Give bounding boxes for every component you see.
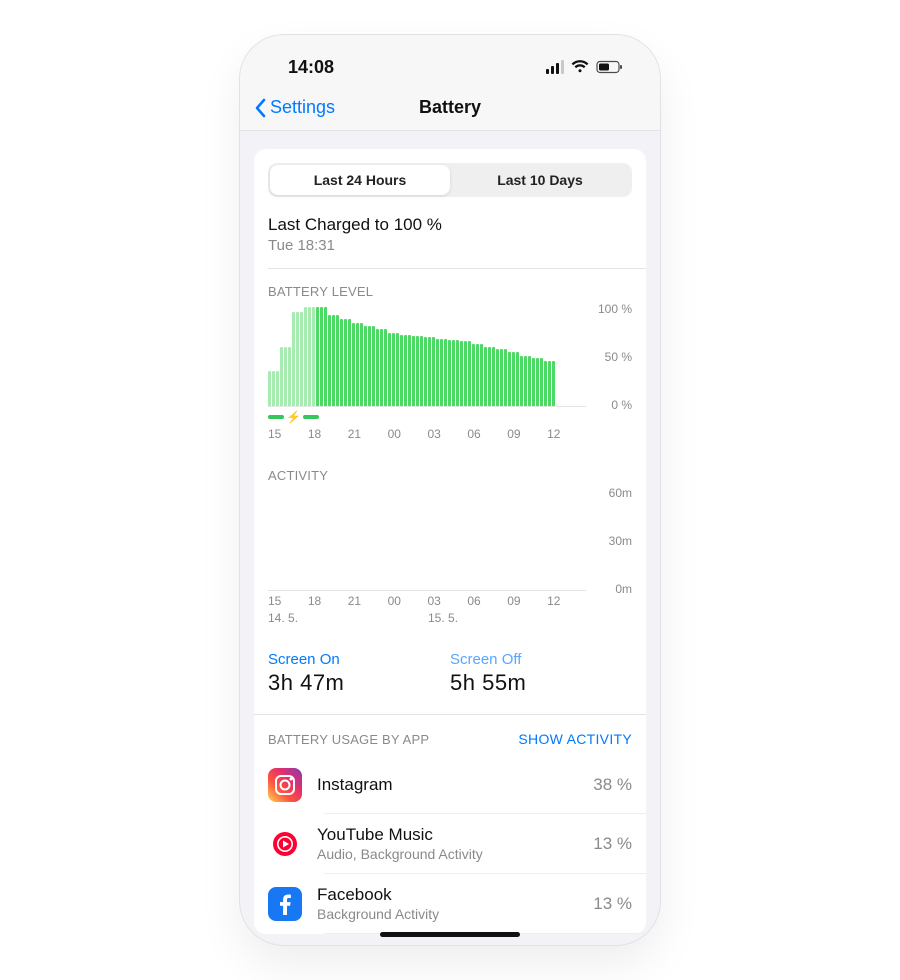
app-name: Facebook xyxy=(317,885,593,905)
bolt-icon: ⚡ xyxy=(286,410,301,424)
usage-header: BATTERY USAGE BY APP SHOW ACTIVITY xyxy=(254,715,646,757)
app-name: YouTube Music xyxy=(317,825,593,845)
back-button[interactable]: Settings xyxy=(254,97,335,118)
screen-off-value: 5h 55m xyxy=(450,670,632,696)
screen-on-label: Screen On xyxy=(268,651,450,668)
last-charged-time: Tue 18:31 xyxy=(268,237,632,254)
activity-section: ACTIVITY 1518210003060912 14. 5. 15. 5. … xyxy=(254,453,646,637)
screen-on-value: 3h 47m xyxy=(268,670,450,696)
content[interactable]: Last 24 Hours Last 10 Days Last Charged … xyxy=(240,131,660,937)
charging-indicator: ⚡ xyxy=(268,410,586,424)
wifi-icon xyxy=(571,60,589,74)
last-charged-block: Last Charged to 100 % Tue 18:31 xyxy=(254,215,646,268)
page-title: Battery xyxy=(419,97,481,118)
screen-off-label: Screen Off xyxy=(450,651,632,668)
app-name: Instagram xyxy=(317,775,593,795)
activity-y-axis: 60m 30m 0m xyxy=(586,491,632,591)
usage-label: BATTERY USAGE BY APP xyxy=(268,732,429,747)
time-range-control: Last 24 Hours Last 10 Days xyxy=(268,163,632,197)
show-activity-button[interactable]: SHOW ACTIVITY xyxy=(518,731,632,747)
activity-summary: Screen On 3h 47m Screen Off 5h 55m xyxy=(254,637,646,714)
last-charged-title: Last Charged to 100 % xyxy=(268,215,632,235)
app-percent: 13 % xyxy=(593,834,632,854)
app-row-facebook[interactable]: Facebook Background Activity 13 % xyxy=(254,874,646,933)
status-time: 14:08 xyxy=(288,57,334,78)
app-row-instagram[interactable]: Instagram 38 % xyxy=(254,757,646,813)
status-icons xyxy=(546,60,624,74)
screen-off-block: Screen Off 5h 55m xyxy=(450,651,632,696)
battery-level-section: BATTERY LEVEL ⚡ 1518210003060912 100 % xyxy=(254,269,646,453)
app-percent: 38 % xyxy=(593,775,632,795)
battery-level-label: BATTERY LEVEL xyxy=(268,284,632,299)
activity-dates: 14. 5. 15. 5. xyxy=(268,608,586,625)
tab-last-24-hours[interactable]: Last 24 Hours xyxy=(270,165,450,195)
phone-frame: 14:08 Settings Battery Last 24 Hours L xyxy=(240,35,660,945)
status-bar: 14:08 xyxy=(240,35,660,85)
back-label: Settings xyxy=(270,97,335,118)
app-row-youtube-music[interactable]: YouTube Music Audio, Background Activity… xyxy=(254,814,646,873)
cellular-icon xyxy=(546,60,564,74)
activity-label: ACTIVITY xyxy=(268,468,632,483)
facebook-icon xyxy=(268,887,302,921)
main-card: Last 24 Hours Last 10 Days Last Charged … xyxy=(254,149,646,934)
battery-icon xyxy=(596,60,624,74)
app-percent: 13 % xyxy=(593,894,632,914)
navigation-bar: Settings Battery xyxy=(240,85,660,131)
instagram-icon xyxy=(268,768,302,802)
activity-chart[interactable]: 1518210003060912 14. 5. 15. 5. 60m 30m 0… xyxy=(268,491,632,625)
battery-level-y-axis: 100 % 50 % 0 % xyxy=(586,307,632,407)
youtube-music-icon xyxy=(268,827,302,861)
chevron-left-icon xyxy=(254,98,266,118)
app-subtext: Background Activity xyxy=(317,906,593,922)
tab-last-10-days[interactable]: Last 10 Days xyxy=(450,165,630,195)
home-indicator[interactable] xyxy=(380,932,520,937)
screen-on-block: Screen On 3h 47m xyxy=(268,651,450,696)
app-subtext: Audio, Background Activity xyxy=(317,846,593,862)
battery-level-chart[interactable]: ⚡ 1518210003060912 100 % 50 % 0 % xyxy=(268,307,632,441)
